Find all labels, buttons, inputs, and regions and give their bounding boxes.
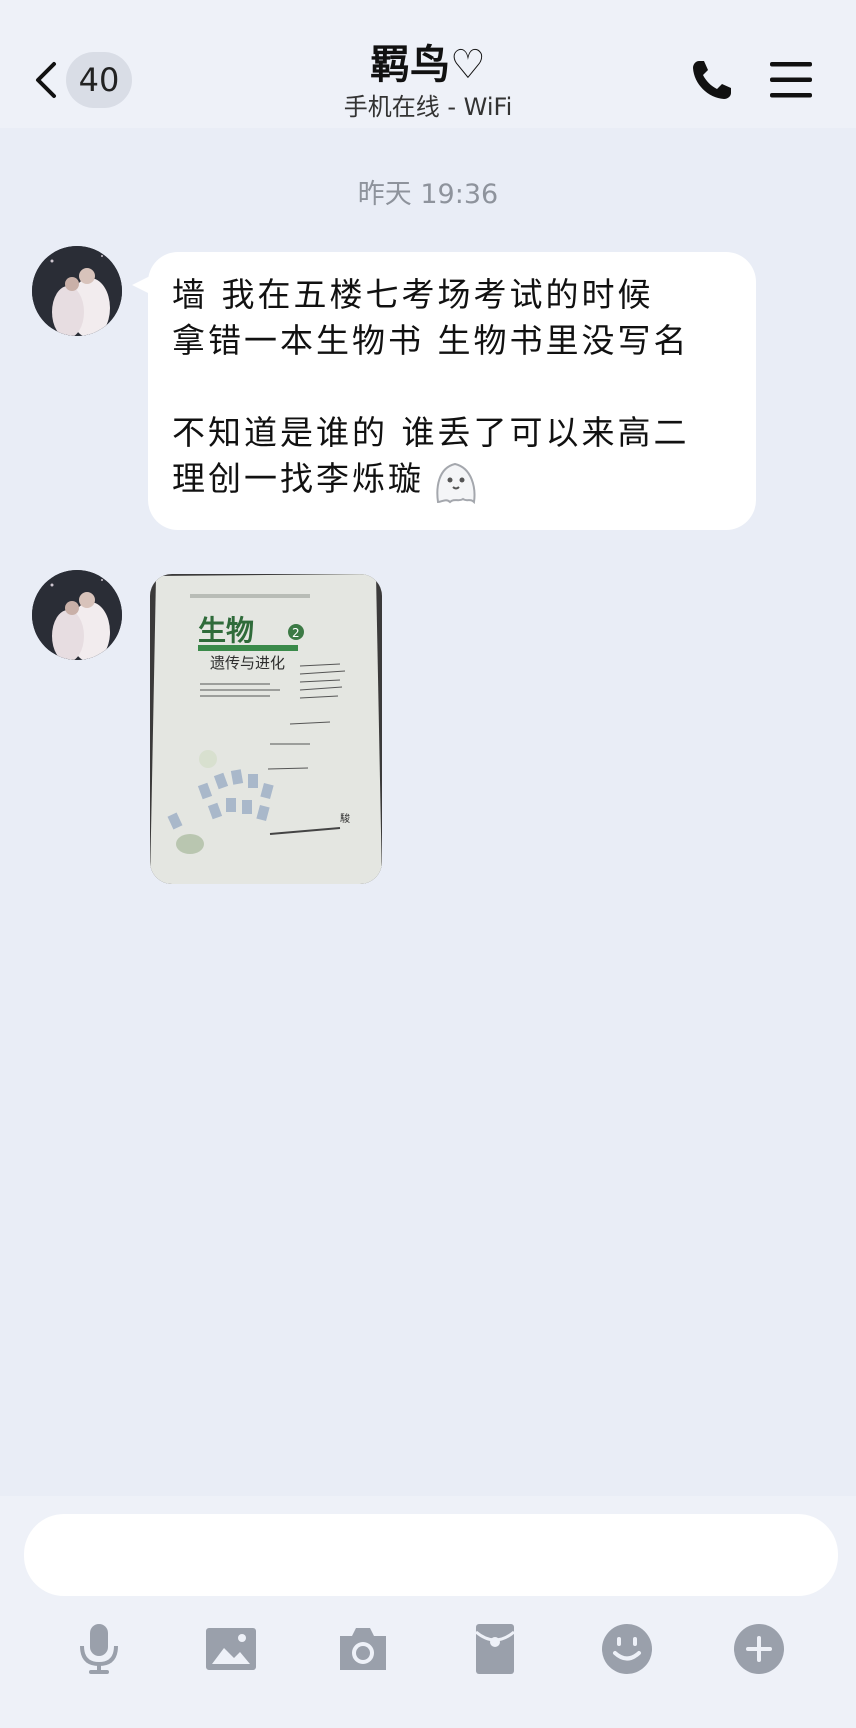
message-timestamp: 昨天 19:36 (357, 179, 499, 210)
book-title: 生物 (198, 614, 254, 647)
menu-icon[interactable] (770, 60, 812, 100)
message-input[interactable] (24, 1514, 838, 1596)
book-subtitle: 遗传与进化 (210, 654, 285, 672)
emoji-icon[interactable] (600, 1622, 654, 1676)
camera-icon[interactable] (336, 1622, 390, 1676)
svg-text:駿: 駿 (340, 812, 350, 825)
message-line: 墙 我在五楼七考场考试的时候 (172, 275, 654, 314)
plus-icon[interactable] (732, 1622, 786, 1676)
sender-avatar[interactable] (32, 570, 122, 660)
message-line-text: 理创一找李烁璇 (172, 459, 424, 498)
microphone-icon[interactable] (72, 1622, 126, 1676)
unread-count-badge: 40 (66, 52, 132, 108)
message-line-last: 理创一找李烁璇 (172, 456, 732, 504)
image-icon[interactable] (204, 1622, 258, 1676)
ghost-emoji-icon (436, 462, 476, 504)
chat-header: 40 羁鸟♡ 手机在线 - WiFi (0, 0, 856, 128)
message-bubble[interactable]: 墙 我在五楼七考场考试的时候 拿错一本生物书 生物书里没写名 不知道是谁的 谁丢… (148, 252, 756, 530)
book-volume: 2 (292, 626, 300, 640)
online-status: 手机在线 - WiFi (343, 93, 513, 121)
chat-title-area[interactable]: 羁鸟♡ 手机在线 - WiFi (228, 40, 628, 122)
message-line: 拿错一本生物书 生物书里没写名 (172, 321, 690, 360)
back-chevron-icon (36, 62, 56, 98)
sender-avatar[interactable] (32, 246, 122, 336)
message-line: 不知道是谁的 谁丢了可以来高二 (172, 413, 690, 452)
red-packet-icon[interactable] (468, 1622, 522, 1676)
chat-title: 羁鸟♡ (370, 42, 486, 88)
image-message[interactable]: 生物 2 遗传与进化 駿 (150, 574, 382, 884)
message-line-blank (172, 364, 732, 410)
input-area (0, 1496, 856, 1728)
phone-icon[interactable] (690, 58, 734, 102)
back-button[interactable]: 40 (30, 52, 140, 108)
